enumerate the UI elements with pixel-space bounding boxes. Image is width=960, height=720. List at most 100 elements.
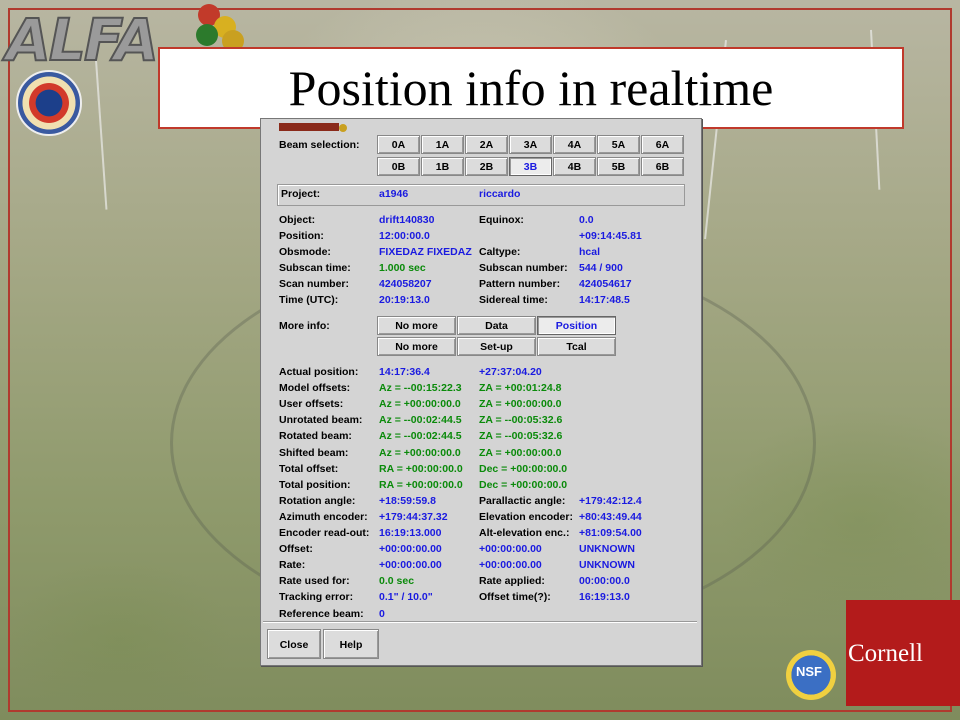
position-value: Az = --00:02:44.5 <box>379 430 462 443</box>
slide-title-box: Position info in realtime <box>158 47 904 129</box>
info-value: 424058207 <box>379 278 432 290</box>
position-label: Rate applied: <box>479 575 545 588</box>
position-label: Total position: <box>279 478 351 491</box>
help-button[interactable]: Help <box>323 629 379 659</box>
position-label: Parallactic angle: <box>479 494 566 507</box>
info-label: Position: <box>279 230 324 242</box>
position-value: UNKNOWN <box>579 559 635 572</box>
info-label: Subscan time: <box>279 262 351 274</box>
position-label: Encoder read-out: <box>279 527 370 539</box>
position-label: Model offsets: <box>279 382 351 395</box>
position-value: Az = --00:15:22.3 <box>379 382 462 395</box>
position-value: ZA = +00:01:24.8 <box>479 382 562 395</box>
info-label: Subscan number: <box>479 262 568 274</box>
position-value: +80:43:49.44 <box>579 510 642 523</box>
position-label: Unrotated beam: <box>279 414 363 427</box>
more-info-button-position[interactable]: Position <box>537 316 616 335</box>
info-label: Caltype: <box>479 246 521 258</box>
project-user: riccardo <box>479 188 521 200</box>
project-label: Project: <box>281 188 321 200</box>
position-label: Shifted beam: <box>279 446 349 459</box>
button-separator <box>263 621 697 623</box>
beam-button-3b[interactable]: 3B <box>509 157 552 176</box>
project-id: a1946 <box>379 188 409 200</box>
position-label: Rotated beam: <box>279 430 352 443</box>
beam-button-4b[interactable]: 4B <box>553 157 596 176</box>
position-label: Tracking error: <box>279 591 354 604</box>
info-label: Equinox: <box>479 214 524 226</box>
more-info-label: More info: <box>279 320 330 332</box>
position-value: +27:37:04.20 <box>479 366 542 378</box>
more-info-button-data[interactable]: Data <box>457 316 536 335</box>
info-value: 0.0 <box>579 214 594 226</box>
more-info-button-tcal[interactable]: Tcal <box>537 337 616 356</box>
info-value: 20:19:13.0 <box>379 294 430 306</box>
position-value: ZA = --00:05:32.6 <box>479 414 563 427</box>
position-value: RA = +00:00:00.0 <box>379 462 463 475</box>
position-label: Elevation encoder: <box>479 510 573 523</box>
position-label: Offset: <box>279 543 313 556</box>
close-button[interactable]: Close <box>267 629 321 659</box>
position-value: UNKNOWN <box>579 543 635 556</box>
position-value: 00:00:00.0 <box>579 575 630 588</box>
beam-button-5a[interactable]: 5A <box>597 135 640 154</box>
position-label: Rate used for: <box>279 575 350 588</box>
position-value: RA = +00:00:00.0 <box>379 478 463 491</box>
info-value: 12:00:00.0 <box>379 230 430 242</box>
beam-button-1b[interactable]: 1B <box>421 157 464 176</box>
info-label: Object: <box>279 214 316 226</box>
beam-button-6a[interactable]: 6A <box>641 135 684 154</box>
position-value: Dec = +00:00:00.0 <box>479 462 568 475</box>
position-label: Azimuth encoder: <box>279 510 368 523</box>
info-value: drift140830 <box>379 214 435 226</box>
beam-button-2a[interactable]: 2A <box>465 135 508 154</box>
position-label: Alt-elevation enc.: <box>479 527 570 539</box>
position-value: Az = --00:02:44.5 <box>379 414 462 427</box>
window-logo-icon <box>279 123 347 132</box>
position-value: Az = +00:00:00.0 <box>379 446 461 459</box>
beam-selection-label: Beam selection: <box>279 139 360 151</box>
logo-text: ALFA <box>5 5 160 75</box>
position-value: Dec = +00:00:00.0 <box>479 478 568 491</box>
position-label: Reference beam: <box>279 607 364 620</box>
beam-button-3a[interactable]: 3A <box>509 135 552 154</box>
position-info-window: Beam selection: 0A 1A 2A 3A 4A 5A 6A 0B 1B 2B 3B 4B… <box>260 118 702 666</box>
info-label: Sidereal time: <box>479 294 548 306</box>
position-value: +179:44:37.32 <box>379 510 448 523</box>
beam-button-2b[interactable]: 2B <box>465 157 508 176</box>
info-value: 14:17:48.5 <box>579 294 630 306</box>
beam-button-4a[interactable]: 4A <box>553 135 596 154</box>
position-value: +00:00:00.00 <box>379 543 442 556</box>
position-value: ZA = +00:00:00.0 <box>479 446 562 459</box>
beam-button-1a[interactable]: 1A <box>421 135 464 154</box>
position-label: Rate: <box>279 559 306 572</box>
slide-title: Position info in realtime <box>288 60 774 116</box>
position-value: Az = +00:00:00.0 <box>379 398 461 411</box>
info-value: +09:14:45.81 <box>579 230 642 242</box>
observatory-seal-icon <box>16 70 82 136</box>
info-value: 544 / 900 <box>579 262 623 274</box>
info-value: hcal <box>579 246 601 258</box>
info-label: Scan number: <box>279 278 350 290</box>
position-value: +18:59:59.8 <box>379 494 436 507</box>
more-info-button-no-more[interactable]: No more <box>377 316 456 335</box>
position-value: 0.1" / 10.0" <box>379 591 433 604</box>
info-value: 1.000 sec <box>379 262 426 274</box>
position-value: 16:19:13.0 <box>579 591 630 604</box>
beam-button-6b[interactable]: 6B <box>641 157 684 176</box>
nsf-logo-text: NSF <box>796 664 822 679</box>
info-label: Time (UTC): <box>279 294 339 306</box>
more-info-button-no-more[interactable]: No more <box>377 337 456 356</box>
position-value: +81:09:54.00 <box>579 527 642 539</box>
beam-button-0b[interactable]: 0B <box>377 157 420 176</box>
position-value: 0 <box>379 607 385 620</box>
info-label: Pattern number: <box>479 278 561 290</box>
beam-button-0a[interactable]: 0A <box>377 135 420 154</box>
info-value: 424054617 <box>579 278 632 290</box>
position-label: Actual position: <box>279 366 359 378</box>
beam-button-5b[interactable]: 5B <box>597 157 640 176</box>
position-value: +00:00:00.00 <box>379 559 442 572</box>
more-info-button-set-up[interactable]: Set-up <box>457 337 536 356</box>
position-label: Total offset: <box>279 462 339 475</box>
position-label: User offsets: <box>279 398 344 411</box>
